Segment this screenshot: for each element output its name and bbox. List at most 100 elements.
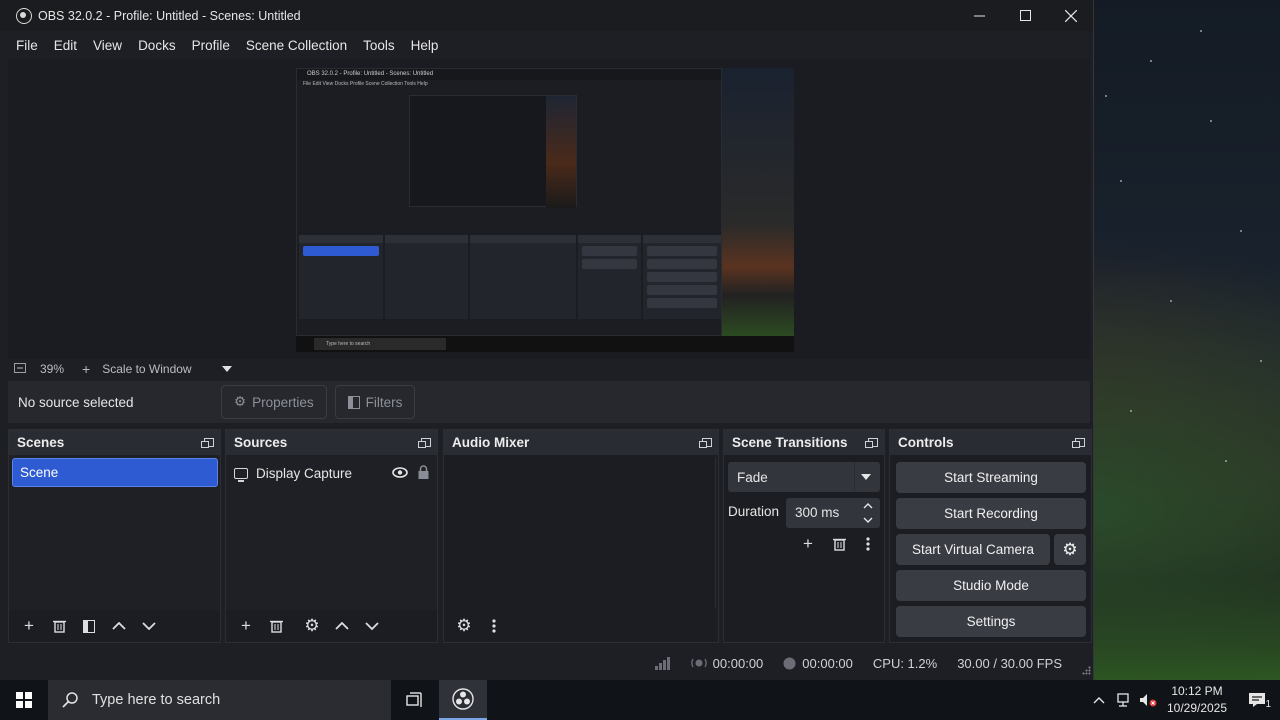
chevron-up-icon[interactable] bbox=[105, 613, 133, 639]
window-title: OBS 32.0.2 - Profile: Untitled - Scenes:… bbox=[38, 8, 301, 23]
undock-icon[interactable] bbox=[201, 438, 214, 448]
lock-icon[interactable] bbox=[418, 464, 429, 482]
task-view-button[interactable] bbox=[391, 680, 439, 720]
task-view-icon bbox=[406, 692, 422, 707]
taskbar-date: 10/29/2025 bbox=[1166, 701, 1228, 715]
resize-grip-icon[interactable] bbox=[1082, 666, 1091, 675]
controls-dock-header: Controls bbox=[890, 430, 1091, 455]
no-source-label: No source selected bbox=[18, 394, 134, 410]
add-icon[interactable]: + bbox=[15, 613, 43, 639]
eye-icon[interactable] bbox=[392, 466, 408, 481]
menu-tools[interactable]: Tools bbox=[355, 38, 403, 53]
chevron-up-icon[interactable] bbox=[1086, 696, 1112, 704]
transition-select[interactable]: Fade bbox=[728, 462, 880, 492]
start-virtual-camera-button[interactable]: Start Virtual Camera bbox=[896, 534, 1050, 565]
status-bar: 00:00:00 00:00:00 CPU: 1.2% 30.00 / 30.0… bbox=[8, 648, 1090, 678]
system-tray: 10:12 PM 10/29/2025 1 bbox=[1086, 680, 1280, 720]
trash-icon[interactable] bbox=[825, 531, 853, 557]
close-button[interactable] bbox=[1048, 0, 1094, 31]
network-icon[interactable] bbox=[1112, 693, 1136, 707]
scenes-dock-title: Scenes bbox=[17, 435, 65, 450]
zoom-level: 39% bbox=[40, 362, 65, 376]
taskbar-clock[interactable]: 10:12 PM 10/29/2025 bbox=[1160, 683, 1234, 717]
maximize-button[interactable] bbox=[1002, 0, 1048, 31]
more-options-icon[interactable] bbox=[854, 531, 882, 557]
start-streaming-button[interactable]: Start Streaming bbox=[896, 462, 1086, 493]
taskbar-obs-button[interactable] bbox=[439, 680, 487, 720]
properties-button[interactable]: ⚙ Properties bbox=[221, 385, 327, 419]
preview-nested-taskbar: Type here to search bbox=[296, 336, 794, 352]
menu-help[interactable]: Help bbox=[403, 38, 447, 53]
duration-spinbox[interactable]: 300 ms bbox=[786, 498, 880, 528]
menu-bar: File Edit View Docks Profile Scene Colle… bbox=[0, 31, 1093, 59]
chevron-down-icon[interactable] bbox=[135, 613, 163, 639]
source-name: Display Capture bbox=[256, 465, 353, 481]
undock-icon[interactable] bbox=[418, 438, 431, 448]
trash-icon[interactable] bbox=[262, 613, 290, 639]
advanced-audio-gear-icon[interactable]: ⚙ bbox=[450, 613, 478, 639]
preview-nested-preview bbox=[409, 95, 577, 208]
undock-icon[interactable] bbox=[1072, 438, 1085, 448]
volume-muted-icon[interactable] bbox=[1136, 693, 1160, 707]
audio-mixer-dock: Audio Mixer ⚙ bbox=[443, 429, 719, 643]
filters-icon bbox=[347, 395, 360, 409]
scenes-dock: Scenes Scene + bbox=[8, 429, 221, 643]
scene-list-item[interactable]: Scene bbox=[12, 458, 218, 487]
gear-icon: ⚙ bbox=[234, 394, 247, 409]
record-time: 00:00:00 bbox=[802, 655, 853, 671]
audio-mixer-dock-header: Audio Mixer bbox=[444, 430, 718, 455]
preview-canvas[interactable]: OBS 32.0.2 - Profile: Untitled - Scenes:… bbox=[296, 68, 794, 352]
zoom-in-button[interactable]: + bbox=[82, 361, 90, 377]
controls-dock-title: Controls bbox=[898, 435, 954, 450]
action-center-button[interactable]: 1 bbox=[1234, 692, 1280, 710]
more-options-icon[interactable] bbox=[480, 613, 508, 639]
add-transition-icon[interactable]: + bbox=[794, 531, 822, 557]
scene-transitions-dock-header: Scene Transitions bbox=[724, 430, 884, 455]
maximize-icon bbox=[1019, 10, 1031, 21]
scale-mode-label[interactable]: Scale to Window bbox=[102, 362, 191, 376]
audio-mixer-body bbox=[446, 457, 716, 608]
start-recording-button[interactable]: Start Recording bbox=[896, 498, 1086, 529]
studio-mode-button[interactable]: Studio Mode bbox=[896, 570, 1086, 601]
menu-docks[interactable]: Docks bbox=[130, 38, 184, 53]
menu-scene-collection[interactable]: Scene Collection bbox=[238, 38, 355, 53]
scene-transitions-dock-title: Scene Transitions bbox=[732, 435, 848, 450]
chevron-up-icon[interactable] bbox=[328, 613, 356, 639]
zoom-bar: 39% + Scale to Window bbox=[8, 359, 1090, 379]
undock-icon[interactable] bbox=[699, 438, 712, 448]
fps-readout: 30.00 / 30.00 FPS bbox=[957, 655, 1062, 671]
signal-bars-icon bbox=[654, 657, 670, 670]
undock-icon[interactable] bbox=[865, 438, 878, 448]
virtual-camera-settings-button[interactable]: ⚙ bbox=[1054, 534, 1086, 565]
obs-app-icon bbox=[452, 688, 474, 710]
filters-button[interactable]: Filters bbox=[334, 385, 416, 419]
preview-nested-docks bbox=[299, 235, 721, 321]
menu-edit[interactable]: Edit bbox=[46, 38, 85, 53]
settings-button[interactable]: Settings bbox=[896, 606, 1086, 637]
scenes-dock-header: Scenes bbox=[9, 430, 220, 455]
title-bar[interactable]: OBS 32.0.2 - Profile: Untitled - Scenes:… bbox=[0, 0, 1093, 31]
minimize-button[interactable] bbox=[956, 0, 1002, 31]
minus-icon bbox=[14, 363, 26, 373]
spin-down-icon[interactable] bbox=[858, 513, 878, 527]
spin-up-icon[interactable] bbox=[858, 499, 878, 513]
menu-view[interactable]: View bbox=[85, 38, 130, 53]
close-icon bbox=[1065, 9, 1077, 22]
context-bar: No source selected ⚙ Properties Filters bbox=[8, 381, 1090, 423]
add-icon[interactable]: + bbox=[232, 613, 260, 639]
chevron-down-icon[interactable] bbox=[358, 613, 386, 639]
menu-profile[interactable]: Profile bbox=[184, 38, 238, 53]
preview-desktop-sky bbox=[714, 68, 794, 352]
cpu-usage: CPU: 1.2% bbox=[872, 655, 938, 671]
record-status-icon bbox=[783, 657, 796, 669]
start-button[interactable] bbox=[0, 680, 48, 720]
scene-transitions-dock: Scene Transitions Fade Duration 300 ms + bbox=[723, 429, 885, 643]
gear-icon[interactable]: ⚙ bbox=[298, 613, 326, 639]
scene-filters-icon[interactable] bbox=[75, 613, 103, 639]
taskbar-search-box[interactable]: Type here to search bbox=[48, 680, 391, 720]
scale-mode-dropdown-icon[interactable] bbox=[221, 366, 232, 372]
menu-file[interactable]: File bbox=[8, 38, 46, 53]
source-list-item[interactable]: Display Capture bbox=[234, 460, 429, 486]
zoom-out-button[interactable] bbox=[14, 362, 26, 376]
trash-icon[interactable] bbox=[45, 613, 73, 639]
